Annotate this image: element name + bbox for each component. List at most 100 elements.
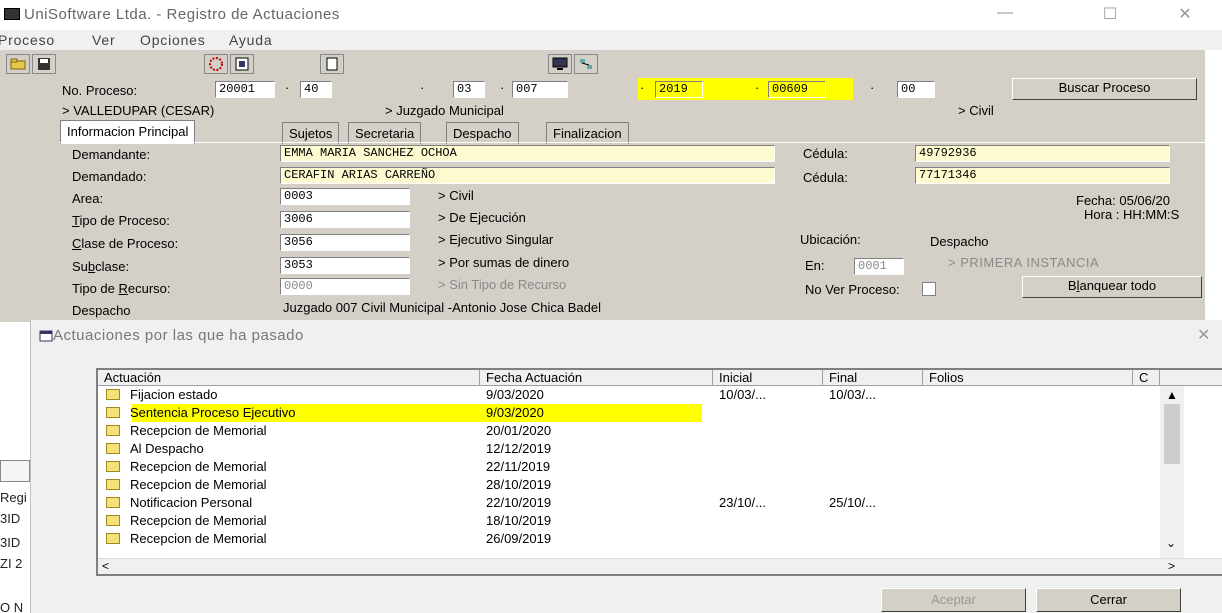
folder-icon bbox=[106, 425, 120, 436]
proceso-consecutivo-input[interactable]: 00 bbox=[897, 81, 935, 98]
separator-dot: · bbox=[420, 80, 425, 95]
list-item[interactable]: Recepcion de Memorial 28/10/2019 bbox=[98, 476, 1158, 494]
clase-proceso-input[interactable]: 3056 bbox=[280, 234, 410, 251]
dialog-close-button[interactable]: ✕ bbox=[1197, 325, 1210, 345]
scroll-thumb[interactable] bbox=[1164, 404, 1180, 464]
cedula-demandado-field[interactable]: 77171346 bbox=[915, 167, 1170, 184]
close-button[interactable]: ✕ bbox=[1170, 4, 1200, 24]
cedula-demandante-field[interactable]: 49792936 bbox=[915, 145, 1170, 162]
record-icon[interactable] bbox=[204, 54, 228, 74]
area-code-input[interactable]: 0003 bbox=[280, 188, 410, 205]
demandante-field[interactable]: EMMA MARIA SANCHEZ OCHOA bbox=[280, 145, 775, 162]
tab-secretaria[interactable]: Secretaria bbox=[348, 122, 422, 144]
subclase-input[interactable]: 3053 bbox=[280, 257, 410, 274]
minimize-button[interactable]: — bbox=[990, 4, 1020, 22]
tab-despacho[interactable]: Despacho bbox=[446, 122, 519, 144]
folder-icon bbox=[106, 443, 120, 454]
list-item[interactable]: Recepcion de Memorial 26/09/2019 bbox=[98, 530, 1158, 548]
actuaciones-list[interactable]: Actuación Fecha Actuación Inicial Final … bbox=[96, 368, 1222, 576]
maximize-button[interactable]: ☐ bbox=[1095, 4, 1125, 24]
scroll-left-icon[interactable]: < bbox=[102, 559, 109, 573]
blanquear-todo-button[interactable]: Blanquear todo bbox=[1022, 276, 1202, 298]
demandado-field[interactable]: CERAFIN ARIAS CARREÑO bbox=[280, 167, 775, 184]
col-inicial[interactable]: Inicial bbox=[713, 370, 823, 386]
list-item[interactable]: Recepcion de Memorial 20/01/2020 bbox=[98, 422, 1158, 440]
tipo-proceso-label: Tipo de Proceso: bbox=[72, 213, 170, 228]
monitor-icon[interactable] bbox=[548, 54, 572, 74]
tab-sujetos[interactable]: Sujetos bbox=[282, 122, 340, 144]
save-icon[interactable] bbox=[32, 54, 56, 74]
open-folder-icon[interactable] bbox=[6, 54, 30, 74]
row-fecha: 12/12/2019 bbox=[486, 441, 552, 456]
col-fecha-actuacion[interactable]: Fecha Actuación bbox=[480, 370, 713, 386]
list-item[interactable]: Sentencia Proceso Ejecutivo 9/03/2020 bbox=[98, 404, 1158, 422]
folder-icon bbox=[106, 479, 120, 490]
proceso-entidad-input[interactable]: 03 bbox=[453, 81, 485, 98]
no-ver-proceso-checkbox[interactable] bbox=[922, 282, 936, 296]
aceptar-button[interactable]: Aceptar bbox=[881, 588, 1026, 612]
separator-dot: · bbox=[870, 80, 875, 95]
blanquear-todo-label: Blanquear todo bbox=[1067, 278, 1157, 293]
breadcrumb-area: > Civil bbox=[958, 103, 994, 118]
row-inicial: 10/03/... bbox=[719, 387, 766, 402]
row-fecha: 9/03/2020 bbox=[486, 387, 544, 402]
tipo-proceso-input[interactable]: 3006 bbox=[280, 211, 410, 228]
menu-ver[interactable]: Ver bbox=[92, 32, 115, 48]
proceso-juzgado-input[interactable]: 007 bbox=[512, 81, 568, 98]
list-item[interactable]: Recepcion de Memorial 22/11/2019 bbox=[98, 458, 1158, 476]
col-c[interactable]: C bbox=[1133, 370, 1160, 386]
proceso-radicado-input[interactable]: 00609 bbox=[768, 81, 826, 98]
row-actuacion: Sentencia Proceso Ejecutivo bbox=[130, 405, 296, 420]
col-folios[interactable]: Folios bbox=[923, 370, 1133, 386]
list-item[interactable]: Notificacion Personal 22/10/2019 23/10/.… bbox=[98, 494, 1158, 512]
buscar-proceso-label: Buscar Proceso bbox=[1058, 80, 1151, 95]
tipo-recurso-desc: > Sin Tipo de Recurso bbox=[438, 277, 567, 292]
row-final: 10/03/... bbox=[829, 387, 876, 402]
row-actuacion: Recepcion de Memorial bbox=[130, 513, 267, 528]
tipo-recurso-input[interactable]: 0000 bbox=[280, 278, 410, 295]
list-item[interactable]: Recepcion de Memorial 18/10/2019 bbox=[98, 512, 1158, 530]
menu-ayuda[interactable]: Ayuda bbox=[229, 32, 272, 48]
buscar-proceso-button[interactable]: Buscar Proceso bbox=[1012, 78, 1197, 100]
document-icon[interactable] bbox=[230, 54, 254, 74]
row-actuacion: Recepcion de Memorial bbox=[130, 459, 267, 474]
app-icon bbox=[4, 8, 20, 20]
col-actuacion[interactable]: Actuación bbox=[98, 370, 480, 386]
row-fecha: 22/10/2019 bbox=[486, 495, 552, 510]
tab-informacion-principal[interactable]: Informacion Principal bbox=[60, 120, 196, 144]
list-item[interactable]: Al Despacho 12/12/2019 bbox=[98, 440, 1158, 458]
proceso-depto-input[interactable]: 20001 bbox=[215, 81, 275, 98]
row-fecha: 26/09/2019 bbox=[486, 531, 552, 546]
demandante-label: Demandante: bbox=[72, 147, 151, 162]
new-page-icon[interactable] bbox=[320, 54, 344, 74]
tab-strip: Informacion Principal Sujetos Secretaria… bbox=[60, 120, 780, 144]
subclase-desc: > Por sumas de dinero bbox=[438, 255, 570, 270]
folder-icon bbox=[106, 389, 120, 400]
left-strip-text-2: 3ID bbox=[0, 511, 21, 526]
network-icon[interactable] bbox=[574, 54, 598, 74]
dialog-title: Actuaciones por las que ha pasado bbox=[53, 327, 304, 344]
scroll-up-icon[interactable]: ▲ bbox=[1166, 388, 1178, 402]
tab-finalizacion[interactable]: Finalizacion bbox=[546, 122, 629, 144]
menu-opciones[interactable]: Opciones bbox=[140, 32, 206, 48]
scroll-right-icon[interactable]: > bbox=[1168, 559, 1175, 573]
scroll-down-icon[interactable]: ⌄ bbox=[1166, 536, 1176, 550]
ubicacion-label: Ubicación: bbox=[800, 232, 861, 247]
folder-icon bbox=[106, 497, 120, 508]
cerrar-button[interactable]: Cerrar bbox=[1036, 588, 1181, 612]
col-final[interactable]: Final bbox=[823, 370, 923, 386]
row-actuacion: Recepcion de Memorial bbox=[130, 531, 267, 546]
list-item[interactable]: Fijacion estado 9/03/2020 10/03/... 10/0… bbox=[98, 386, 1158, 404]
breadcrumb-juzgado: > Juzgado Municipal bbox=[385, 103, 504, 118]
en-code-input[interactable]: 0001 bbox=[854, 258, 904, 275]
vertical-scrollbar[interactable]: ▲ ⌄ bbox=[1160, 386, 1184, 558]
horizontal-scrollbar[interactable]: < > bbox=[98, 558, 1222, 574]
clase-proceso-desc: > Ejecutivo Singular bbox=[438, 232, 554, 247]
proceso-anio-input[interactable]: 2019 bbox=[655, 81, 703, 98]
folder-icon bbox=[106, 533, 120, 544]
tab-panel: Demandante: EMMA MARIA SANCHEZ OCHOA Céd… bbox=[60, 142, 1205, 322]
row-fecha: 22/11/2019 bbox=[486, 459, 551, 474]
proceso-ciudad-input[interactable]: 40 bbox=[300, 81, 332, 98]
area-desc: > Civil bbox=[438, 188, 474, 203]
menu-proceso[interactable]: Proceso bbox=[0, 32, 55, 48]
